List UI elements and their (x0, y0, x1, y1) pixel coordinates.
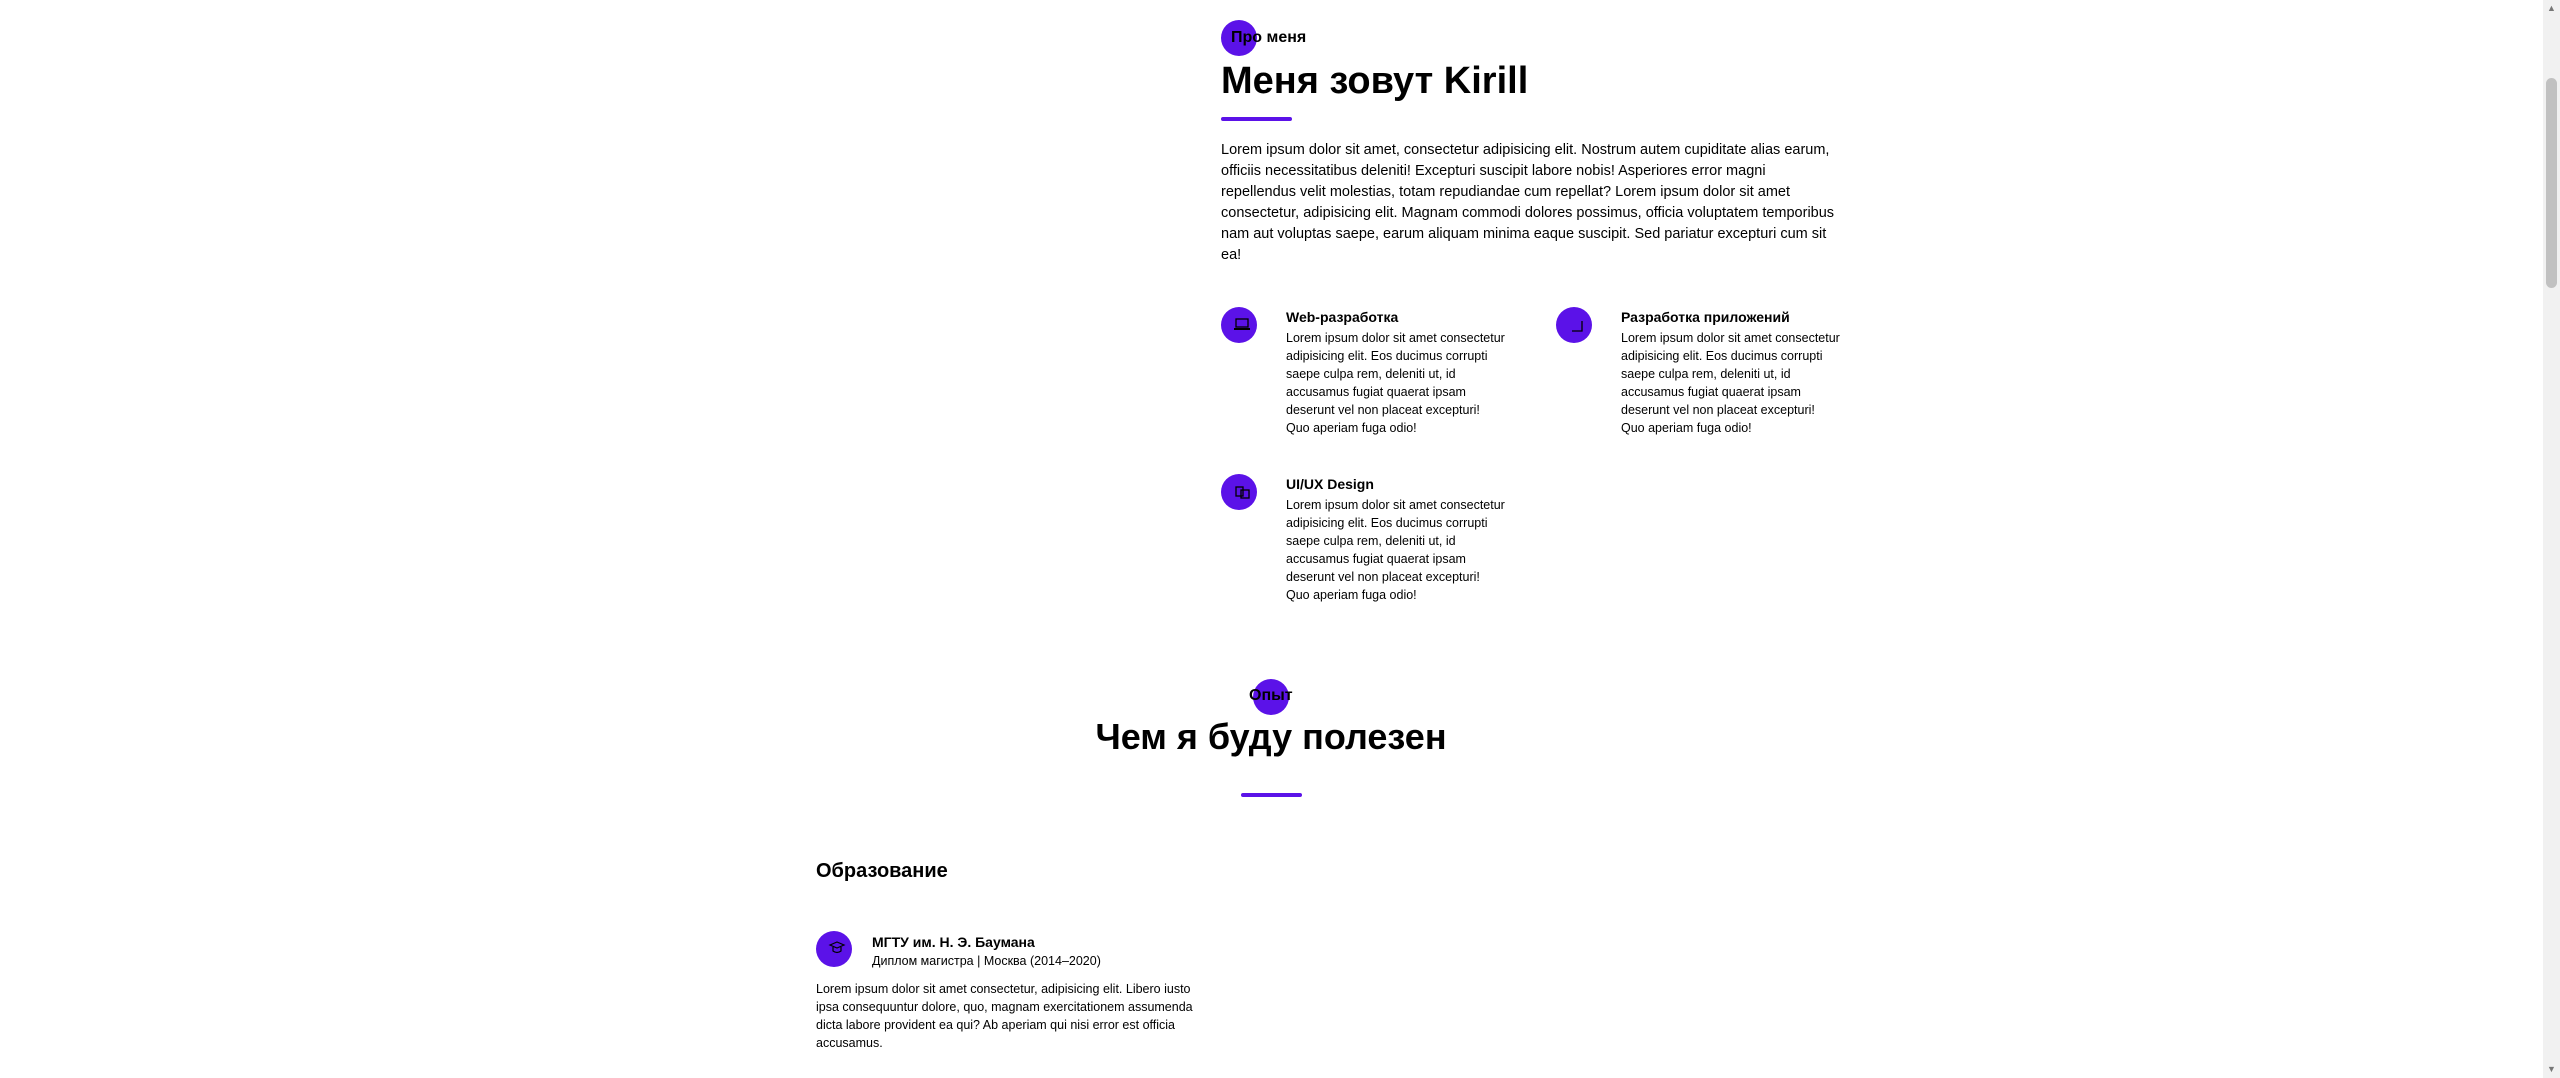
about-title: Меня зовут Kirill (1221, 60, 1529, 102)
scroll-down-arrow-icon[interactable]: ▼ (2543, 1061, 2560, 1078)
service-text: Lorem ipsum dolor sit amet consectetur a… (1286, 498, 1505, 602)
education-subtitle: Диплом магистра | Москва (2014–2020) (872, 954, 1101, 968)
service-text: Lorem ipsum dolor sit amet consectetur a… (1621, 331, 1840, 435)
experience-label: Опыт (1249, 687, 1293, 704)
graduation-icon (816, 931, 852, 967)
service-title: UI/UX Design (1286, 476, 1374, 492)
about-label: Про меня (1231, 29, 1307, 46)
education-title: МГТУ им. Н. Э. Баумана (872, 934, 1035, 950)
service-text: Lorem ipsum dolor sit amet consectetur a… (1286, 331, 1505, 435)
education-heading: Образование (816, 860, 948, 882)
design-icon (1221, 474, 1257, 510)
laptop-icon (1221, 307, 1257, 343)
experience-title: Чем я буду полезен (1095, 716, 1447, 757)
experience-title-underline (1241, 793, 1302, 797)
page-scrollbar[interactable]: ▲ ▼ (2543, 0, 2560, 1078)
scrollbar-thumb[interactable] (2546, 78, 2557, 288)
about-text: Lorem ipsum dolor sit amet, consectetur … (1221, 142, 1835, 263)
mobile-icon (1556, 307, 1592, 343)
scroll-up-arrow-icon[interactable]: ▲ (2543, 0, 2560, 17)
about-title-underline (1221, 117, 1292, 121)
service-title: Web-разработка (1286, 309, 1399, 325)
service-title: Разработка приложений (1621, 309, 1790, 325)
education-text: Lorem ipsum dolor sit amet consectetur, … (816, 982, 1193, 1050)
